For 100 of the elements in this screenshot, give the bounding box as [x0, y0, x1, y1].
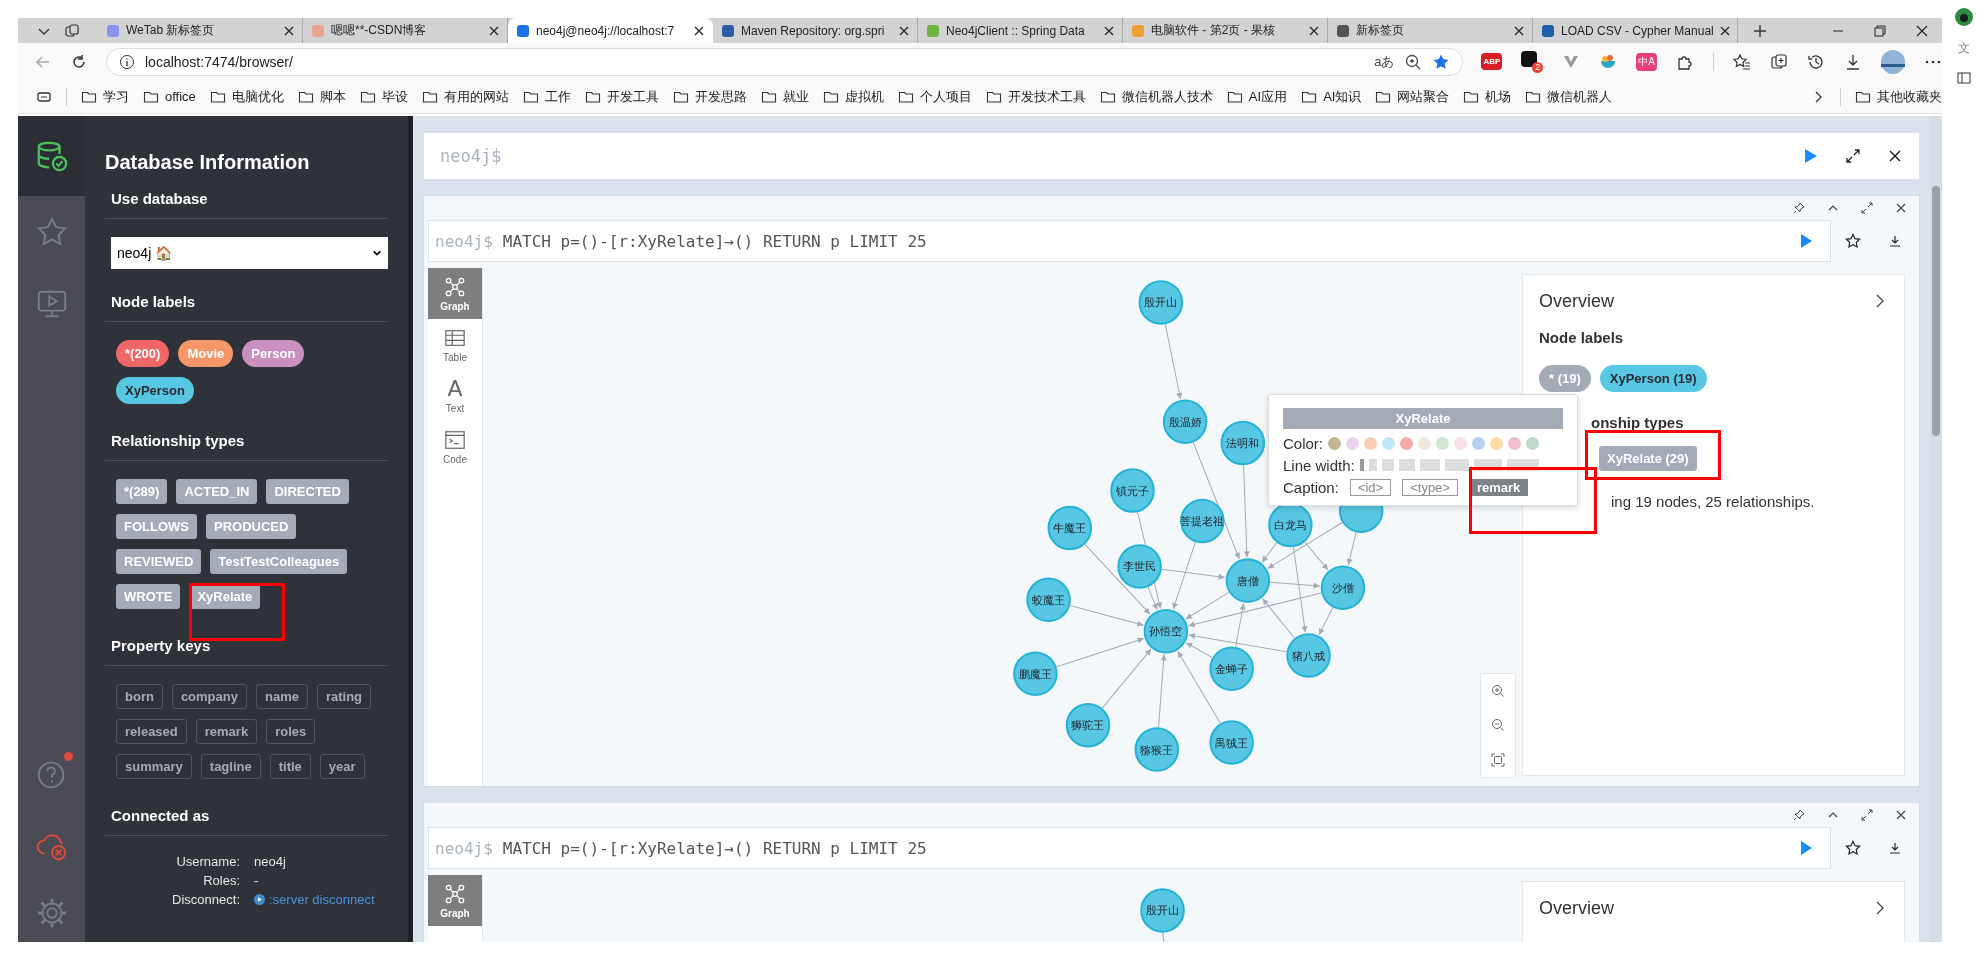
- node-label-tag[interactable]: XyPerson (19): [1599, 365, 1707, 392]
- bookmark-folder[interactable]: 电脑优化: [209, 87, 284, 106]
- profile-avatar-icon[interactable]: [1881, 49, 1905, 74]
- color-swatch[interactable]: [1508, 436, 1521, 450]
- graph-node[interactable]: 狮驼王: [1065, 703, 1111, 748]
- query-editor[interactable]: neo4j$ MATCH p=()-[r:XyRelate]→() RETURN p LIMIT 25: [428, 827, 1831, 869]
- workspaces-icon[interactable]: [64, 22, 80, 39]
- caption-option[interactable]: <type>: [1402, 478, 1458, 496]
- browser-tab[interactable]: neo4j@neo4j://localhost:7: [508, 18, 713, 43]
- address-field[interactable]: localhost:7474/browser/ aあ: [106, 47, 1464, 76]
- color-swatch[interactable]: [1364, 436, 1377, 450]
- caption-option[interactable]: <id>: [1349, 478, 1392, 496]
- property-key-tag[interactable]: remark: [195, 719, 258, 744]
- close-icon[interactable]: [899, 25, 909, 36]
- relationship-arrow[interactable]: [1158, 653, 1167, 728]
- bookmark-folder[interactable]: 微信机器人: [1525, 87, 1613, 106]
- relationship-arrow[interactable]: [1185, 591, 1230, 620]
- graph-node[interactable]: 唐僧: [1225, 558, 1271, 603]
- favorites-icon[interactable]: [1733, 52, 1751, 71]
- bookmark-folder[interactable]: 有用的网站: [421, 87, 509, 106]
- bookmark-folder[interactable]: 开发思路: [672, 87, 747, 106]
- bookmark-folder[interactable]: AI应用: [1226, 87, 1288, 106]
- run-icon[interactable]: [1798, 233, 1814, 249]
- graph-node[interactable]: 殷开山: [1140, 888, 1185, 933]
- view-tab[interactable]: Table: [428, 319, 482, 370]
- view-tab[interactable]: Graph: [428, 268, 482, 319]
- bowl-icon[interactable]: [1599, 52, 1618, 71]
- color-swatch[interactable]: [1400, 436, 1413, 450]
- color-swatch[interactable]: [1382, 436, 1395, 450]
- property-key-tag[interactable]: born: [116, 684, 163, 709]
- color-swatch[interactable]: [1454, 436, 1467, 450]
- fullscreen-icon[interactable]: [1861, 809, 1873, 821]
- view-tab[interactable]: Graph: [428, 875, 482, 926]
- fullscreen-icon[interactable]: [1861, 202, 1873, 214]
- bookmark-folder[interactable]: 学习: [81, 87, 129, 106]
- line-width-option[interactable]: [1359, 459, 1364, 471]
- bookmark-folder[interactable]: 机场: [1463, 87, 1512, 106]
- view-tab[interactable]: Code: [428, 421, 482, 472]
- bookmark-folder[interactable]: 工作: [522, 87, 571, 106]
- close-icon[interactable]: [1895, 809, 1907, 821]
- relationship-arrow[interactable]: [1188, 633, 1288, 653]
- history-icon[interactable]: [1807, 52, 1825, 71]
- node-label-tag[interactable]: XyPerson: [116, 377, 194, 404]
- bookmark-folder[interactable]: 虚拟机: [822, 87, 884, 106]
- relationship-arrow[interactable]: [1304, 541, 1329, 571]
- relationship-arrow[interactable]: [1346, 531, 1357, 566]
- color-swatch[interactable]: [1490, 436, 1503, 450]
- color-swatch[interactable]: [1346, 436, 1359, 450]
- relationship-arrow[interactable]: [1161, 568, 1226, 580]
- close-icon[interactable]: [1309, 25, 1319, 36]
- relationship-arrow[interactable]: [1292, 546, 1308, 633]
- relationship-arrow[interactable]: [1318, 607, 1334, 636]
- property-key-tag[interactable]: summary: [116, 754, 192, 779]
- close-icon[interactable]: [1719, 25, 1730, 36]
- relationship-arrow[interactable]: [1069, 605, 1144, 627]
- color-swatch[interactable]: [1328, 436, 1341, 450]
- bookmark-folder[interactable]: 微信机器人技术: [1099, 87, 1213, 106]
- property-key-tag[interactable]: released: [116, 719, 187, 744]
- relationship-arrow[interactable]: [1235, 603, 1246, 648]
- restore-icon[interactable]: [1872, 22, 1888, 39]
- property-key-tag[interactable]: name: [255, 684, 308, 709]
- graph-node[interactable]: 猪八戒: [1286, 633, 1331, 678]
- graph-node[interactable]: 殷开山: [1138, 280, 1184, 325]
- graph-node[interactable]: 鹏魔王: [1013, 651, 1058, 696]
- run-icon[interactable]: [1798, 840, 1814, 856]
- bookmark-folder[interactable]: 个人项目: [897, 87, 972, 106]
- download-icon[interactable]: [1844, 52, 1862, 71]
- relationship-arrow[interactable]: [1188, 592, 1322, 628]
- bookmark-folder[interactable]: 开发技术工具: [985, 87, 1086, 106]
- graph-node[interactable]: 沙僧: [1320, 565, 1366, 610]
- bookmark-folder[interactable]: 毕设: [359, 87, 408, 106]
- relationship-arrow[interactable]: [1185, 642, 1213, 659]
- query-editor[interactable]: neo4j$ MATCH p=()-[r:XyRelate]→() RETURN p LIMIT 25: [428, 220, 1831, 262]
- close-icon[interactable]: [284, 25, 294, 36]
- zoom-out-icon[interactable]: [1491, 718, 1505, 733]
- property-key-tag[interactable]: year: [319, 754, 365, 779]
- relationship-arrow[interactable]: [1243, 464, 1250, 558]
- property-key-tag[interactable]: roles: [266, 719, 316, 744]
- color-swatch[interactable]: [1436, 436, 1449, 450]
- collections-icon[interactable]: [1770, 52, 1788, 71]
- zoom-in-icon[interactable]: [1491, 684, 1505, 699]
- color-swatch[interactable]: [1526, 436, 1539, 450]
- graph-node[interactable]: 菩提老祖: [1180, 498, 1225, 544]
- zoom-icon[interactable]: [1404, 52, 1423, 71]
- relationship-arrow[interactable]: [1269, 581, 1321, 589]
- app-icon[interactable]: [1954, 8, 1973, 26]
- disconnect-link[interactable]: :server disconnect: [269, 892, 375, 907]
- property-key-tag[interactable]: tagline: [200, 754, 261, 779]
- reload-icon[interactable]: [70, 52, 88, 71]
- graph-node[interactable]: 殷温娇: [1162, 399, 1208, 445]
- close-icon[interactable]: [1887, 148, 1903, 164]
- relationship-arrow[interactable]: [1172, 541, 1196, 610]
- close-icon[interactable]: [1514, 25, 1524, 36]
- download-icon[interactable]: [1889, 235, 1901, 247]
- property-key-tag[interactable]: title: [269, 754, 311, 779]
- database-tab[interactable]: [18, 116, 85, 196]
- new-tab-icon[interactable]: [1752, 22, 1768, 39]
- adblock-extension-icon[interactable]: ABP: [1481, 53, 1503, 70]
- bookmark-folder[interactable]: 网站聚合: [1375, 87, 1450, 106]
- expand-icon[interactable]: [1845, 148, 1861, 164]
